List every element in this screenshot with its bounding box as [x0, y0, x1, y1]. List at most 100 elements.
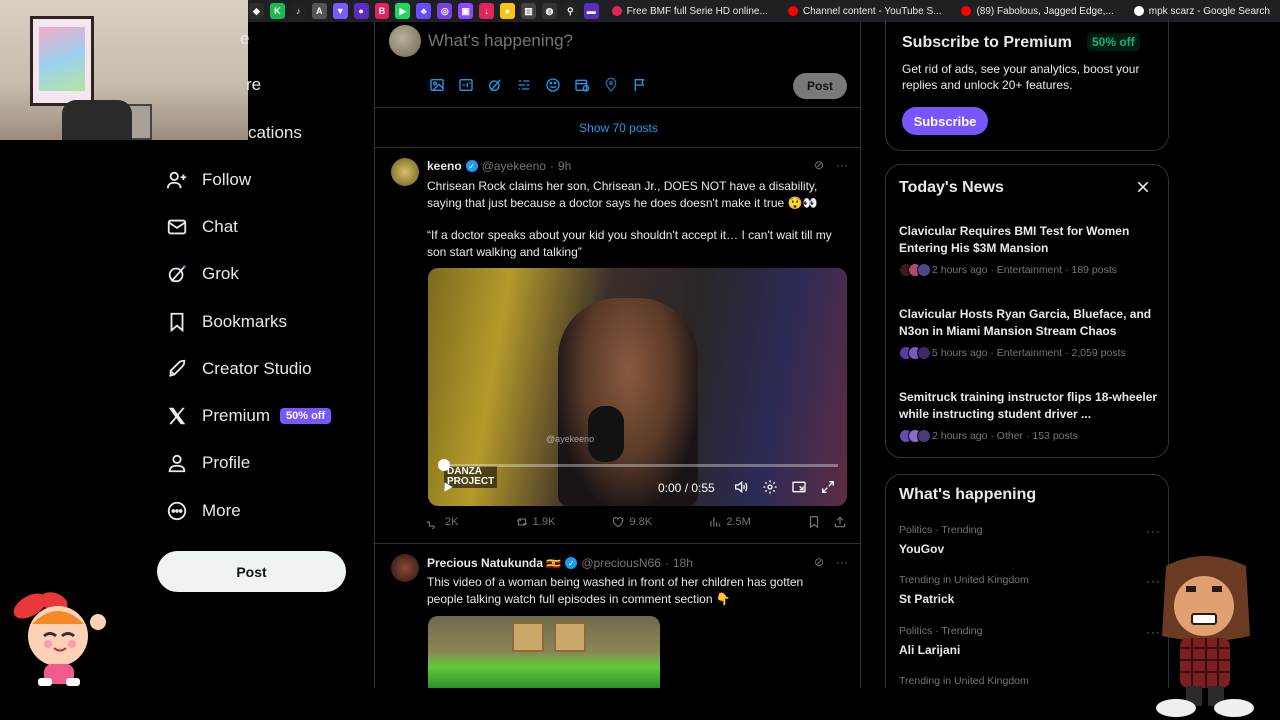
- subscribe-button[interactable]: Subscribe: [902, 107, 988, 135]
- trend-item[interactable]: Trending in United Kingdom St Patrick ··…: [899, 574, 1161, 606]
- tweet-time: ·: [664, 556, 669, 570]
- nav-item-partial[interactable]: re: [246, 75, 261, 95]
- avatar[interactable]: [391, 554, 419, 582]
- tab-title: Free BMF full Serie HD online...: [626, 5, 768, 17]
- sidebar-item-profile[interactable]: Profile: [166, 445, 250, 481]
- sidebar-item-creator-studio[interactable]: Creator Studio: [166, 351, 312, 387]
- twitch-icon[interactable]: ▣: [458, 3, 474, 19]
- diamond-icon[interactable]: ◆: [249, 3, 264, 19]
- pinned-tab-icon[interactable]: ◎: [437, 3, 453, 19]
- tweet-author-handle[interactable]: @preciousN66: [581, 556, 661, 570]
- sidebar-item-label: Chat: [202, 217, 238, 236]
- trend-context: Trending in United Kingdom: [899, 675, 1029, 687]
- trend-item[interactable]: Politics · Trending YouGov ···: [899, 524, 1161, 556]
- compose-input[interactable]: What's happening?: [428, 31, 573, 51]
- pinned-tab-icon[interactable]: ▶: [395, 3, 411, 19]
- more-options-icon[interactable]: ···: [1146, 524, 1161, 538]
- news-item[interactable]: Clavicular Requires BMI Test for Women E…: [899, 223, 1161, 277]
- poll-icon[interactable]: [514, 75, 533, 94]
- profile-icon: [166, 452, 188, 474]
- github-icon[interactable]: ◍: [541, 3, 557, 19]
- news-item[interactable]: Semitruck training instructor flips 18-w…: [899, 389, 1161, 443]
- download-icon[interactable]: ↓: [479, 3, 495, 19]
- like-button[interactable]: 9.8K: [611, 515, 652, 529]
- tweet[interactable]: keeno ✓ @ayekeeno · 9h ⊘ ··· Chrisean Ro…: [375, 148, 860, 543]
- tiktok-icon[interactable]: ♪: [290, 3, 306, 19]
- sidebar-post-button[interactable]: Post: [157, 551, 346, 592]
- browser-tab[interactable]: Free BMF full Serie HD online...: [602, 0, 778, 22]
- grok-explain-icon[interactable]: ⊘: [814, 555, 824, 569]
- tweet-timestamp[interactable]: 18h: [673, 556, 693, 570]
- tweet-media-thumbnail[interactable]: [428, 616, 660, 688]
- grok-compose-icon[interactable]: [485, 75, 504, 94]
- show-new-posts-link[interactable]: Show 70 posts: [375, 108, 860, 148]
- repost-icon: [516, 518, 527, 526]
- tweet-actions: 2K 1.9K 9.8K 2.5M: [427, 515, 847, 529]
- pinned-tab-icon[interactable]: ⚲: [562, 3, 578, 19]
- video-scrubber-handle[interactable]: [438, 459, 450, 471]
- views-button[interactable]: 2.5M: [708, 515, 751, 529]
- repost-button[interactable]: 1.9K: [515, 515, 556, 529]
- more-options-icon[interactable]: ···: [836, 555, 848, 569]
- nav-item-notifications-partial[interactable]: cations: [248, 123, 302, 143]
- tweet-header: Precious Natukunda 🇺🇬 ✓ @preciousN66 · 1…: [427, 556, 693, 570]
- pinned-tab-icon[interactable]: ●: [353, 3, 369, 19]
- happening-title: What's happening: [899, 486, 1037, 503]
- emoji-icon[interactable]: [543, 75, 562, 94]
- sidebar-item-more[interactable]: More: [166, 493, 241, 529]
- schedule-icon[interactable]: [572, 75, 591, 94]
- tweet-author-handle[interactable]: @ayekeeno: [482, 159, 546, 173]
- chair: [512, 622, 544, 652]
- sidebar-item-grok[interactable]: Grok: [166, 256, 239, 292]
- settings-gear-icon[interactable]: [762, 479, 778, 500]
- flag-icon[interactable]: [630, 75, 649, 94]
- trend-name: St Patrick: [899, 592, 955, 606]
- sidebar-item-premium[interactable]: Premium 50% off: [166, 398, 332, 434]
- location-icon: [601, 75, 620, 94]
- repost-count: 1.9K: [532, 516, 556, 528]
- fullscreen-icon[interactable]: [820, 479, 836, 500]
- pinned-tab-icon[interactable]: K: [269, 3, 285, 19]
- sidebar-item-chat[interactable]: Chat: [166, 209, 238, 245]
- pinned-tab-icon[interactable]: ▬: [583, 3, 599, 19]
- heart-icon: [613, 517, 624, 528]
- main-feed: What's happening? Post Show 70 posts kee…: [374, 22, 861, 688]
- compose-post-button[interactable]: Post: [793, 73, 847, 99]
- video-progress-bar[interactable]: [442, 464, 838, 467]
- avatar-stack: [899, 263, 931, 277]
- pinned-tab-icon[interactable]: ●: [500, 3, 515, 19]
- news-headline: Clavicular Requires BMI Test for Women E…: [899, 224, 1130, 255]
- avatar[interactable]: [391, 158, 419, 186]
- share-icon[interactable]: [833, 515, 847, 529]
- more-options-icon[interactable]: ···: [836, 158, 848, 172]
- play-icon[interactable]: [441, 480, 455, 494]
- trend-item[interactable]: Politics · Trending Ali Larijani ···: [899, 625, 1161, 657]
- pinned-tab-icon[interactable]: ♣: [416, 3, 432, 19]
- tweet-author-name[interactable]: keeno: [427, 159, 462, 173]
- reply-button[interactable]: 2K: [427, 515, 458, 529]
- pinned-tab-icon[interactable]: B: [374, 3, 390, 19]
- pinned-tab-icon[interactable]: ▥: [520, 3, 536, 19]
- pinned-tab-icon[interactable]: A: [311, 3, 327, 19]
- pinned-tab-icon[interactable]: ▼: [332, 3, 348, 19]
- grok-icon: [166, 263, 188, 285]
- volume-icon[interactable]: [733, 479, 749, 500]
- grok-explain-icon[interactable]: ⊘: [814, 158, 824, 172]
- reply-count: 2K: [445, 516, 459, 528]
- video-player[interactable]: @ayekeeno DANZA PROJECT 0:00 / 0:55: [428, 268, 847, 506]
- sidebar-item-follow[interactable]: Follow: [166, 162, 251, 198]
- picture-in-picture-icon[interactable]: [791, 479, 807, 500]
- tweet-author-name[interactable]: Precious Natukunda 🇺🇬: [427, 556, 561, 570]
- avatar[interactable]: [389, 25, 421, 57]
- news-headline: Semitruck training instructor flips 18-w…: [899, 390, 1158, 421]
- news-item[interactable]: Clavicular Hosts Ryan Garcia, Blueface, …: [899, 306, 1161, 360]
- nav-item-partial[interactable]: e: [240, 29, 249, 49]
- tweet-timestamp[interactable]: 9h: [558, 159, 571, 173]
- gif-icon[interactable]: [456, 75, 475, 94]
- bookmark-icon[interactable]: [807, 515, 821, 529]
- sidebar-item-bookmarks[interactable]: Bookmarks: [166, 304, 287, 340]
- image-icon[interactable]: [427, 75, 446, 94]
- trend-item[interactable]: Trending in United Kingdom: [899, 675, 1161, 687]
- reply-icon: [427, 521, 435, 529]
- close-icon[interactable]: [1135, 179, 1151, 195]
